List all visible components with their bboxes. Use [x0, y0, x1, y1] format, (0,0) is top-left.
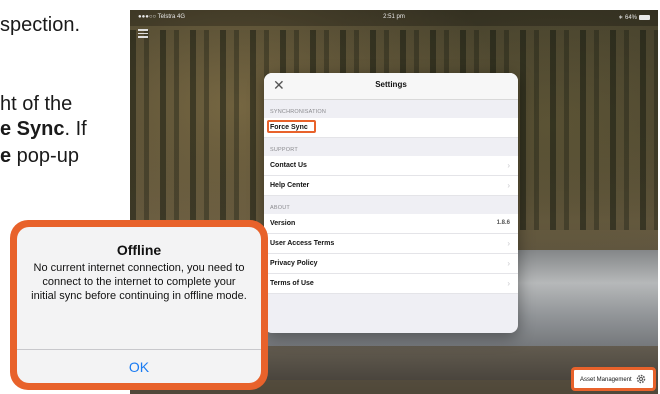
battery-status: ∗ 64% [618, 14, 650, 21]
section-label-synchronisation: SYNCHRONISATION [270, 109, 327, 115]
clock: 2:51 pm [383, 14, 405, 20]
offline-alert-message: No current internet connection, you need… [31, 262, 247, 302]
user-access-terms-row[interactable]: User Access Terms › [264, 234, 518, 254]
menu-icon[interactable] [138, 29, 148, 38]
version-label: Version [270, 220, 296, 227]
contact-us-row[interactable]: Contact Us › [264, 156, 518, 176]
help-center-label: Help Center [270, 182, 310, 189]
section-label-support: SUPPORT [270, 147, 298, 153]
doc-text-line: ht of the [0, 93, 73, 115]
doc-text-line: e pop-up [0, 145, 79, 167]
terms-of-use-label: Terms of Use [270, 280, 314, 287]
battery-icon [639, 14, 650, 20]
ok-button[interactable]: OK [17, 359, 261, 375]
privacy-policy-row[interactable]: Privacy Policy › [264, 254, 518, 274]
help-center-row[interactable]: Help Center › [264, 176, 518, 196]
doc-text-line: spection. [0, 14, 81, 36]
offline-alert-callout: Offline No current internet connection, … [10, 220, 268, 390]
contact-us-label: Contact Us [270, 162, 307, 169]
offline-alert-title: Offline [116, 242, 162, 258]
divider [17, 349, 261, 350]
chevron-right-icon: › [507, 239, 510, 248]
asset-management-button[interactable]: Asset Management [571, 367, 656, 391]
settings-modal: ✕ Settings SYNCHRONISATION Force Sync SU… [264, 73, 518, 333]
chevron-right-icon: › [507, 161, 510, 170]
chevron-right-icon: › [507, 181, 510, 190]
status-bar: ●●●○○ Telstra 4G 2:51 pm ∗ 64% [130, 10, 658, 26]
force-sync-label: Force Sync [270, 124, 308, 131]
version-row: Version 1.8.6 [264, 214, 518, 234]
gear-icon [636, 374, 646, 384]
doc-text-line: e Sync. If [0, 118, 87, 140]
chevron-right-icon: › [507, 279, 510, 288]
settings-title: Settings [375, 80, 407, 89]
version-value: 1.8.6 [496, 220, 510, 226]
force-sync-row[interactable]: Force Sync [264, 118, 518, 138]
terms-of-use-row[interactable]: Terms of Use › [264, 274, 518, 294]
user-access-terms-label: User Access Terms [270, 240, 335, 247]
offline-alert: Offline No current internet connection, … [17, 227, 261, 383]
privacy-policy-label: Privacy Policy [270, 260, 318, 267]
asset-management-label: Asset Management [580, 377, 632, 383]
section-label-about: ABOUT [270, 205, 290, 211]
settings-header: ✕ Settings [264, 73, 518, 100]
chevron-right-icon: › [507, 259, 510, 268]
